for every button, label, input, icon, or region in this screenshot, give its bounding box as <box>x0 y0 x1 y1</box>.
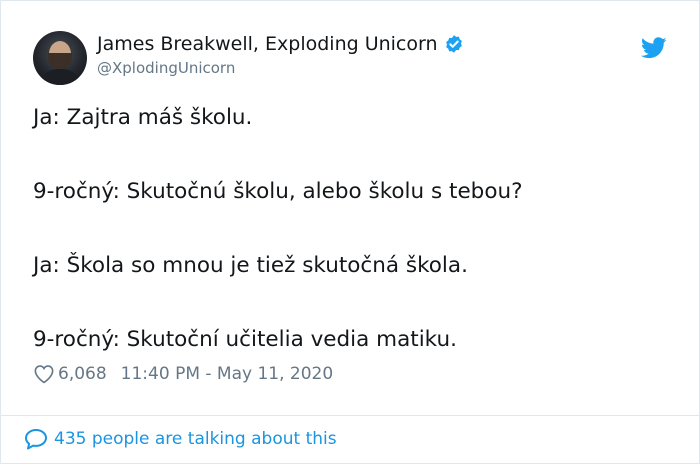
avatar-shirt <box>38 69 82 85</box>
verified-badge-icon <box>445 35 462 53</box>
author-name[interactable]: James Breakwell, Exploding Unicorn <box>97 33 438 55</box>
tweet-timestamp[interactable]: 11:40 PM - May 11, 2020 <box>121 364 334 384</box>
author-handle[interactable]: @XplodingUnicorn <box>97 59 235 77</box>
speech-bubble-icon <box>25 429 47 450</box>
tweet-card: James Breakwell, Exploding Unicorn @Xplo… <box>0 0 700 464</box>
tweet-line: Ja: Zajtra máš školu. <box>33 105 253 130</box>
tweet-line: 9-ročný: Skutoční učitelia vedia matiku. <box>33 327 457 352</box>
heart-icon[interactable] <box>33 364 55 384</box>
tweet-meta: 6,068 11:40 PM - May 11, 2020 <box>33 364 333 384</box>
conversation-link[interactable]: 435 people are talking about this <box>24 428 337 450</box>
divider <box>1 415 699 416</box>
tweet-line: Ja: Škola so mnou je tiež skutočná škola… <box>33 253 468 278</box>
tweet-line: 9-ročný: Skutočnú školu, alebo školu s t… <box>33 179 523 204</box>
twitter-bird-icon[interactable] <box>641 37 667 59</box>
avatar-beard <box>48 53 72 69</box>
conversation-text[interactable]: 435 people are talking about this <box>54 429 337 449</box>
tweet-header: James Breakwell, Exploding Unicorn @Xplo… <box>33 31 669 89</box>
avatar[interactable] <box>33 31 87 85</box>
author-name-row[interactable]: James Breakwell, Exploding Unicorn <box>97 33 464 55</box>
tweet-text: Ja: Zajtra máš školu. 9-ročný: Skutočnú … <box>33 104 673 400</box>
like-count[interactable]: 6,068 <box>58 364 107 384</box>
